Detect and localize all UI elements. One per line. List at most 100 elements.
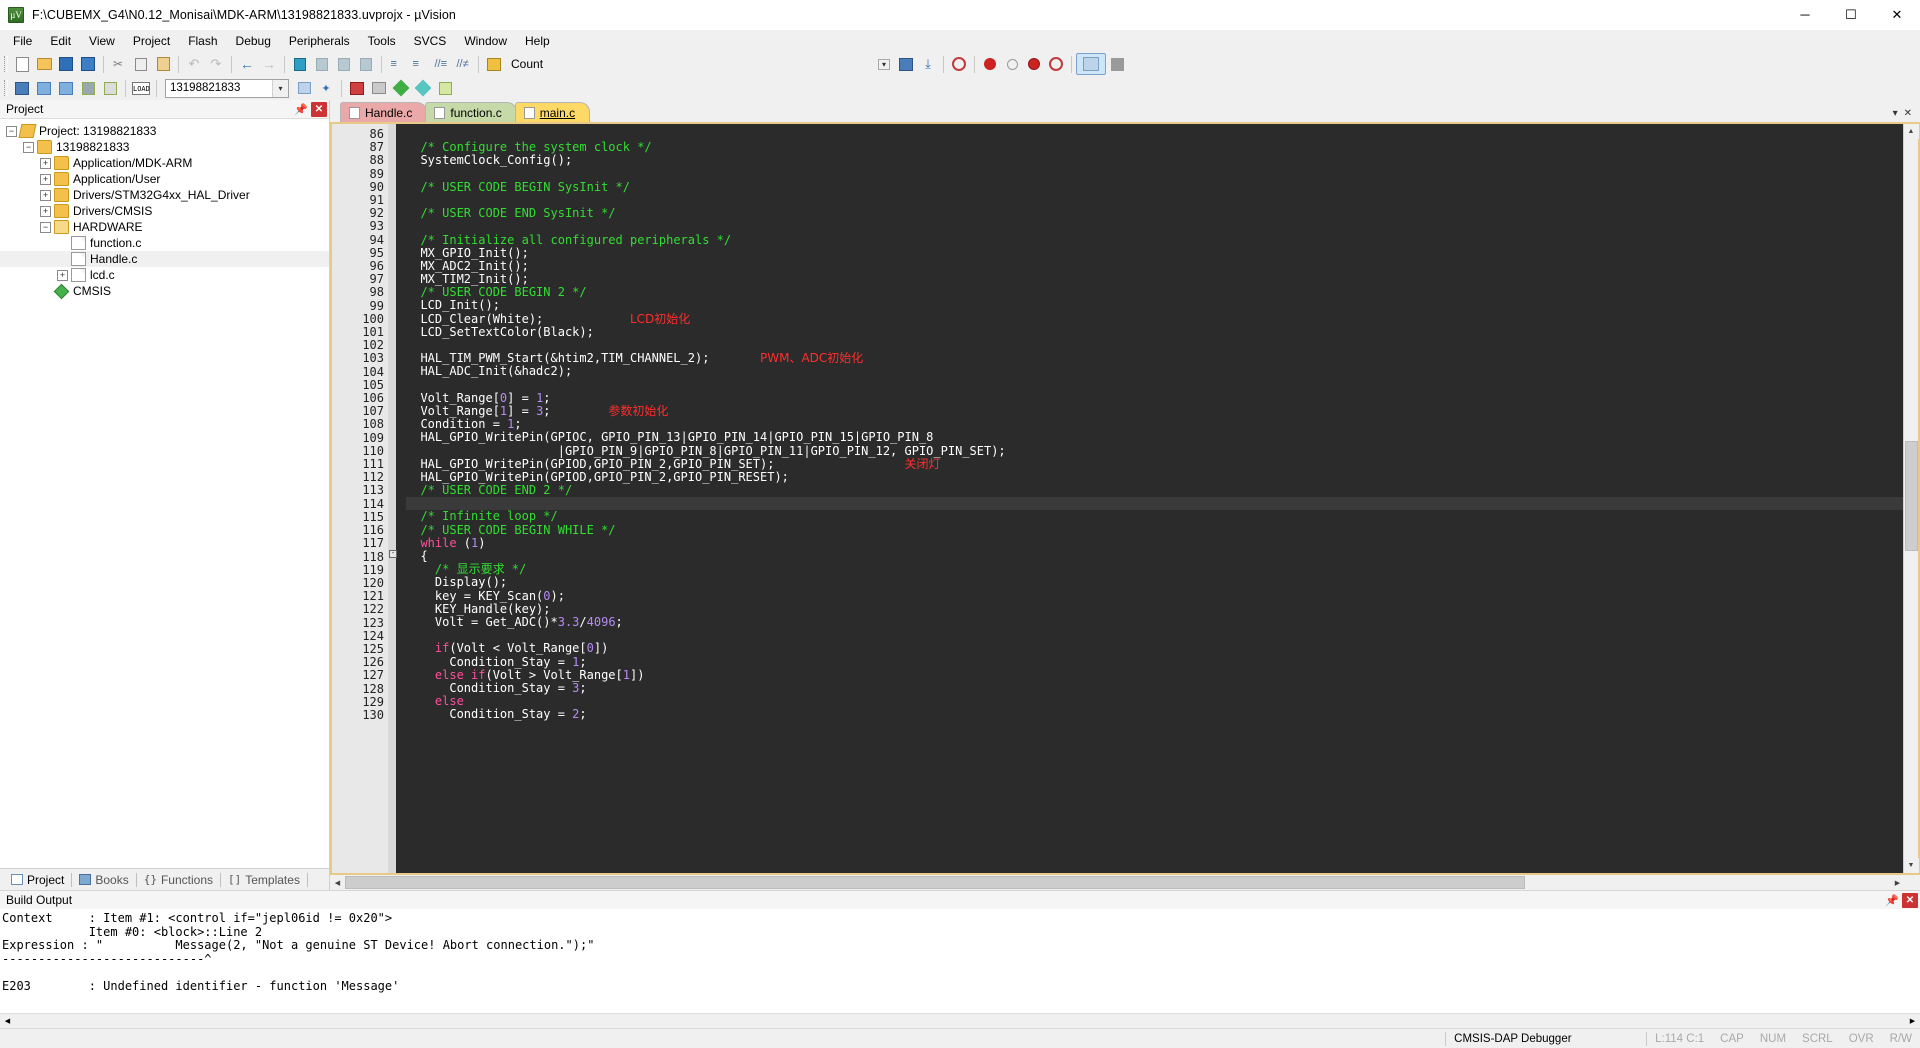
- code-line[interactable]: HAL_GPIO_WritePin(GPIOD,GPIO_PIN_2,GPIO_…: [406, 457, 1903, 471]
- record-icon[interactable]: [979, 53, 1001, 75]
- editor-tab-main-c[interactable]: main.c: [514, 102, 591, 122]
- teal-diamond-icon[interactable]: [412, 77, 434, 99]
- expand-icon[interactable]: +: [40, 173, 51, 185]
- toolbar-grip[interactable]: [2, 78, 9, 98]
- code-line[interactable]: |GPIO_PIN_9|GPIO_PIN_8|GPIO_PIN_11|GPIO_…: [406, 444, 1903, 458]
- toolbar-grip[interactable]: [2, 54, 9, 74]
- window-layout-icon[interactable]: [1076, 53, 1107, 75]
- pin-icon[interactable]: 📌: [293, 102, 309, 117]
- code-line[interactable]: [406, 629, 1903, 642]
- editor-tab-function-c[interactable]: function.c: [425, 102, 517, 122]
- code-line[interactable]: HAL_TIM_PWM_Start(&htim2,TIM_CHANNEL_2);…: [406, 351, 1903, 365]
- tab-books[interactable]: Books: [72, 871, 135, 889]
- code-line[interactable]: Condition_Stay = 1;: [406, 655, 1903, 669]
- tab-templates[interactable]: [] Templates: [221, 871, 307, 889]
- code-line[interactable]: HAL_GPIO_WritePin(GPIOD,GPIO_PIN_2,GPIO_…: [406, 470, 1903, 484]
- bookmark-next-icon[interactable]: [333, 53, 355, 75]
- green-diamond-icon[interactable]: [390, 77, 412, 99]
- project-tree[interactable]: − Project: 13198821833−13198821833 + Applic…: [0, 119, 329, 868]
- manage-project-icon[interactable]: [293, 77, 315, 99]
- chevron-down-icon[interactable]: ▾: [272, 79, 288, 97]
- code-line[interactable]: LCD_SetTextColor(Black);: [406, 325, 1903, 339]
- code-line[interactable]: HAL_GPIO_WritePin(GPIOC, GPIO_PIN_13|GPI…: [406, 431, 1903, 444]
- tree-item[interactable]: + Drivers/CMSIS: [0, 203, 329, 219]
- bookmark-prev-icon[interactable]: [311, 53, 333, 75]
- tree-item[interactable]: Handle.c: [0, 251, 329, 267]
- menu-edit[interactable]: Edit: [41, 32, 80, 50]
- debug-download-icon[interactable]: ⤓: [917, 53, 939, 75]
- scroll-right-icon[interactable]: ▶: [1890, 875, 1905, 890]
- no-entry-icon[interactable]: [1023, 53, 1045, 75]
- batch-build-icon[interactable]: [77, 77, 99, 99]
- new-file-icon[interactable]: [11, 53, 33, 75]
- code-line[interactable]: LCD_Clear(White); LCD初始化: [406, 312, 1903, 326]
- build-icon[interactable]: [33, 77, 55, 99]
- undo-icon[interactable]: ↶: [183, 53, 205, 75]
- tree-item[interactable]: − 13198821833: [0, 139, 329, 155]
- navigate-back-icon[interactable]: ←: [236, 53, 258, 75]
- cut-icon[interactable]: ✂: [108, 53, 130, 75]
- code-line[interactable]: Display();: [406, 576, 1903, 589]
- expand-icon[interactable]: +: [40, 189, 51, 201]
- menu-tools[interactable]: Tools: [359, 32, 405, 50]
- menu-help[interactable]: Help: [516, 32, 559, 50]
- scroll-right-icon[interactable]: ▶: [1905, 1014, 1920, 1029]
- build-output-scrollbar[interactable]: ◀ ▶: [0, 1013, 1920, 1028]
- menu-window[interactable]: Window: [455, 32, 516, 50]
- code-line[interactable]: key = KEY_Scan(0);: [406, 589, 1903, 603]
- close-button[interactable]: ✕: [1874, 0, 1920, 30]
- code-line[interactable]: /* USER CODE END 2 */: [406, 483, 1903, 497]
- code-line[interactable]: /* Infinite loop */: [406, 510, 1903, 523]
- scroll-left-icon[interactable]: ◀: [0, 1014, 15, 1029]
- paste-icon[interactable]: [152, 53, 174, 75]
- debug-icon[interactable]: [346, 77, 368, 99]
- bookmark-clear-icon[interactable]: [355, 53, 377, 75]
- code-line[interactable]: Condition_Stay = 2;: [406, 708, 1903, 721]
- code-line[interactable]: {: [406, 549, 1903, 563]
- editor-horizontal-scrollbar[interactable]: ◀ ▶: [330, 875, 1920, 890]
- print-icon[interactable]: [368, 77, 390, 99]
- bullseye-icon[interactable]: [1045, 53, 1067, 75]
- code-line[interactable]: [406, 168, 1903, 181]
- minimize-button[interactable]: ─: [1782, 0, 1828, 30]
- copy-icon[interactable]: [130, 53, 152, 75]
- menu-peripherals[interactable]: Peripherals: [280, 32, 359, 50]
- code-editor[interactable]: 86 87 88 89 90 91 92 93 94 95 96 97 98 99 100 101 102 103…: [332, 124, 1903, 873]
- menu-flash[interactable]: Flash: [179, 32, 226, 50]
- code-line[interactable]: MX_GPIO_Init();: [406, 246, 1903, 260]
- tree-item[interactable]: − HARDWARE: [0, 219, 329, 235]
- tree-item[interactable]: + Application/MDK-ARM: [0, 155, 329, 171]
- collapse-icon[interactable]: -: [389, 550, 397, 558]
- code-line[interactable]: SystemClock_Config();: [406, 154, 1903, 167]
- code-line[interactable]: [406, 194, 1903, 207]
- fold-toggle[interactable]: -: [388, 550, 397, 563]
- dropdown-icon[interactable]: ▾: [873, 53, 895, 75]
- code-line[interactable]: /* 显示要求 */: [406, 563, 1903, 576]
- code-content[interactable]: /* Configure the system clock */ SystemC…: [398, 124, 1903, 873]
- tree-item[interactable]: function.c: [0, 235, 329, 251]
- scrollbar-thumb[interactable]: [345, 876, 1525, 889]
- code-line[interactable]: [406, 497, 1903, 511]
- chevron-down-icon[interactable]: ▾: [1893, 108, 1898, 119]
- scrollbar-thumb[interactable]: [1904, 440, 1918, 551]
- menu-project[interactable]: Project: [124, 32, 179, 50]
- tree-item[interactable]: + Drivers/STM32G4xx_HAL_Driver: [0, 187, 329, 203]
- expand-icon[interactable]: +: [40, 157, 51, 169]
- collapse-icon[interactable]: −: [6, 125, 17, 137]
- code-line[interactable]: KEY_Handle(key);: [406, 602, 1903, 616]
- code-line[interactable]: Volt = Get_ADC()*3.3/4096;: [406, 615, 1903, 629]
- scroll-down-icon[interactable]: ▼: [1903, 858, 1919, 873]
- code-line[interactable]: /* USER CODE BEGIN 2 */: [406, 286, 1903, 299]
- menu-file[interactable]: File: [4, 32, 41, 50]
- scroll-up-icon[interactable]: ▲: [1903, 124, 1919, 139]
- code-line[interactable]: if(Volt < Volt_Range[0]): [406, 642, 1903, 655]
- load-icon[interactable]: LOAD: [130, 77, 152, 99]
- save-all-icon[interactable]: [77, 53, 99, 75]
- tree-item[interactable]: + lcd.c: [0, 267, 329, 283]
- pack-installer-icon[interactable]: ✦: [315, 77, 337, 99]
- insert-file-icon[interactable]: [895, 53, 917, 75]
- menu-svcs[interactable]: SVCS: [405, 32, 456, 50]
- scroll-left-icon[interactable]: ◀: [330, 875, 345, 890]
- close-icon[interactable]: ✕: [1904, 108, 1912, 119]
- tree-item[interactable]: CMSIS: [0, 283, 329, 299]
